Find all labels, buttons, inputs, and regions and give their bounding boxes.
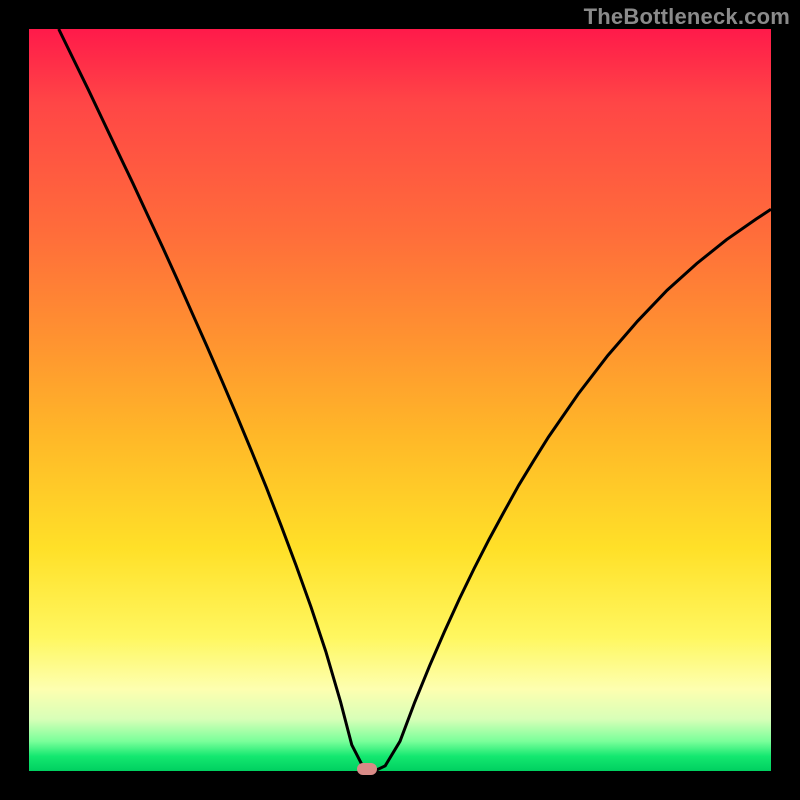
bottleneck-curve [59,29,771,770]
plot-area [29,29,771,771]
optimal-marker [357,763,377,775]
curve-svg [29,29,771,771]
watermark-text: TheBottleneck.com [584,4,790,30]
chart-frame: TheBottleneck.com [0,0,800,800]
